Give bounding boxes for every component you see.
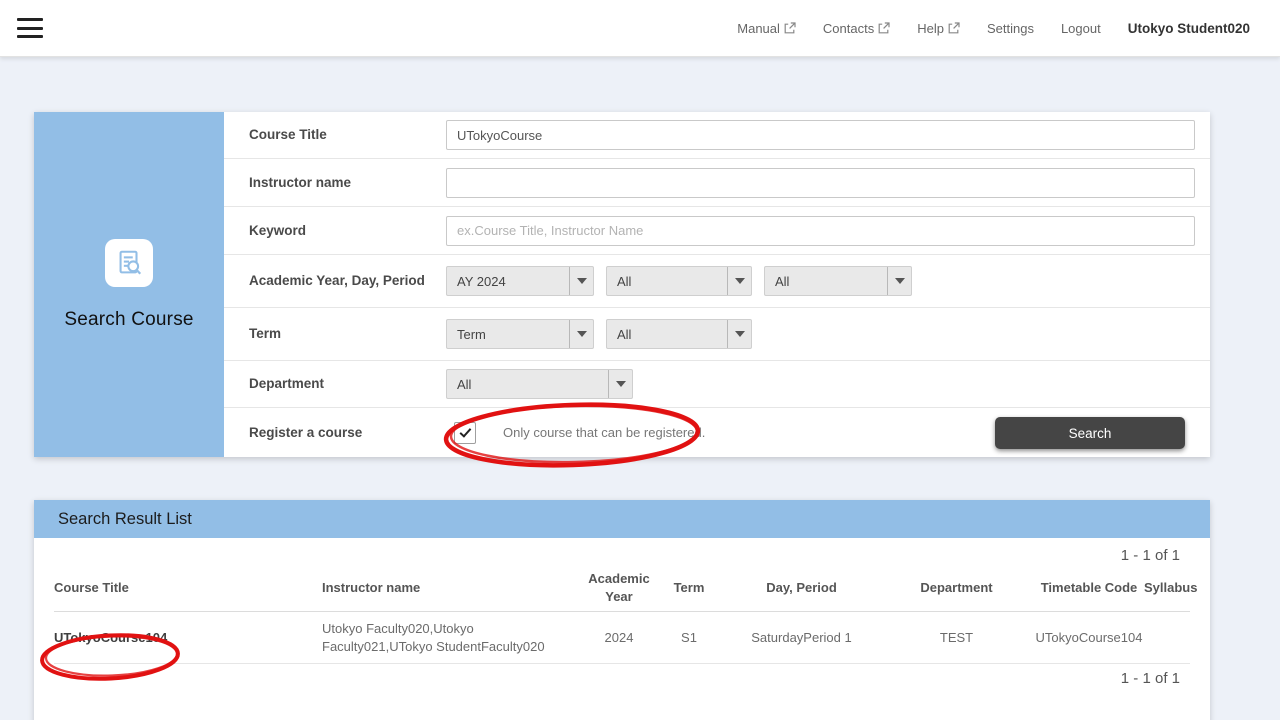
cell-instructor: Utokyo Faculty020,Utokyo Faculty021,UTok… [322, 620, 584, 655]
cell-department: TEST [879, 629, 1034, 647]
checkmark-icon [459, 425, 471, 437]
instructor-row: Instructor name [224, 159, 1210, 207]
register-course-row: Register a course Only course that can b… [224, 408, 1210, 457]
search-course-panel: Search Course Course Title Instructor na… [34, 112, 1210, 457]
academic-year-select-value: AY 2024 [447, 267, 569, 295]
table-row[interactable]: UTokyoCourse104 Utokyo Faculty020,Utokyo… [54, 612, 1190, 664]
nav-contacts-label: Contacts [823, 21, 874, 36]
nav-logout[interactable]: Logout [1061, 21, 1101, 36]
col-timetable-code: Timetable Code [1034, 579, 1144, 597]
cell-day-period: SaturdayPeriod 1 [724, 629, 879, 647]
chevron-down-icon [727, 267, 751, 295]
top-header: Manual Contacts Help Settings Logout Uto… [0, 0, 1280, 57]
term-type-select[interactable]: Term [446, 319, 594, 349]
department-row: Department All [224, 361, 1210, 408]
col-syllabus: Syllabus [1144, 579, 1197, 597]
term-label: Term [249, 325, 446, 343]
nav-settings[interactable]: Settings [987, 21, 1034, 36]
period-select[interactable]: All [764, 266, 912, 296]
col-day-period: Day, Period [724, 579, 879, 597]
keyword-label: Keyword [249, 222, 446, 240]
logged-in-user: Utokyo Student020 [1128, 21, 1250, 36]
course-title-label: Course Title [249, 126, 446, 144]
search-button[interactable]: Search [995, 417, 1185, 449]
instructor-input[interactable] [446, 168, 1195, 198]
course-title-input[interactable] [446, 120, 1195, 150]
col-course-title: Course Title [54, 579, 322, 597]
col-academic-year: Academic Year [584, 570, 654, 605]
chevron-down-icon [569, 320, 593, 348]
term-type-select-value: Term [447, 320, 569, 348]
results-table: Course Title Instructor name Academic Ye… [54, 564, 1190, 664]
search-result-panel: Search Result List 1 - 1 of 1 Course Tit… [34, 500, 1210, 720]
pagination-bottom: 1 - 1 of 1 [34, 670, 1210, 687]
chevron-down-icon [569, 267, 593, 295]
department-select[interactable]: All [446, 369, 633, 399]
day-select[interactable]: All [606, 266, 752, 296]
course-search-icon [105, 239, 153, 287]
search-result-header: Search Result List [34, 500, 1210, 538]
department-label: Department [249, 375, 446, 393]
term-value-select[interactable]: All [606, 319, 752, 349]
keyword-row: Keyword [224, 207, 1210, 255]
col-term: Term [654, 579, 724, 597]
academic-year-select[interactable]: AY 2024 [446, 266, 594, 296]
col-instructor: Instructor name [322, 579, 584, 597]
cell-timetable-code: UTokyoCourse104 [1034, 629, 1144, 647]
col-department: Department [879, 579, 1034, 597]
external-link-icon [784, 22, 796, 34]
pagination-top: 1 - 1 of 1 [34, 547, 1210, 564]
instructor-label: Instructor name [249, 174, 446, 192]
search-course-sidebar: Search Course [34, 112, 224, 457]
external-link-icon [878, 22, 890, 34]
academic-year-day-period-row: Academic Year, Day, Period AY 2024 All A… [224, 255, 1210, 308]
nav-settings-label: Settings [987, 21, 1034, 36]
search-form: Course Title Instructor name Keyword Aca… [224, 112, 1210, 457]
term-value-select-value: All [607, 320, 727, 348]
hamburger-menu-icon[interactable] [17, 18, 43, 38]
external-link-icon [948, 22, 960, 34]
cell-term: S1 [654, 629, 724, 647]
panel-title: Search Course [64, 309, 193, 331]
nav-manual-label: Manual [737, 21, 780, 36]
course-title-row: Course Title [224, 112, 1210, 159]
chevron-down-icon [608, 370, 632, 398]
registerable-only-checkbox[interactable] [454, 422, 476, 444]
nav-help-label: Help [917, 21, 944, 36]
cell-course-title[interactable]: UTokyoCourse104 [54, 629, 322, 647]
department-select-value: All [447, 370, 608, 398]
register-course-label: Register a course [249, 424, 446, 442]
nav-logout-label: Logout [1061, 21, 1101, 36]
chevron-down-icon [887, 267, 911, 295]
cell-academic-year: 2024 [584, 629, 654, 647]
search-result-title: Search Result List [58, 510, 192, 529]
day-select-value: All [607, 267, 727, 295]
nav-manual[interactable]: Manual [737, 21, 796, 36]
nav-help[interactable]: Help [917, 21, 960, 36]
nav-contacts[interactable]: Contacts [823, 21, 890, 36]
term-row: Term Term All [224, 308, 1210, 361]
registerable-only-checkbox-label: Only course that can be registered. [503, 425, 705, 440]
keyword-input[interactable] [446, 216, 1195, 246]
academic-year-day-period-label: Academic Year, Day, Period [249, 272, 446, 290]
period-select-value: All [765, 267, 887, 295]
chevron-down-icon [727, 320, 751, 348]
results-table-header: Course Title Instructor name Academic Ye… [54, 564, 1190, 612]
top-navigation: Manual Contacts Help Settings Logout Uto… [737, 21, 1250, 36]
